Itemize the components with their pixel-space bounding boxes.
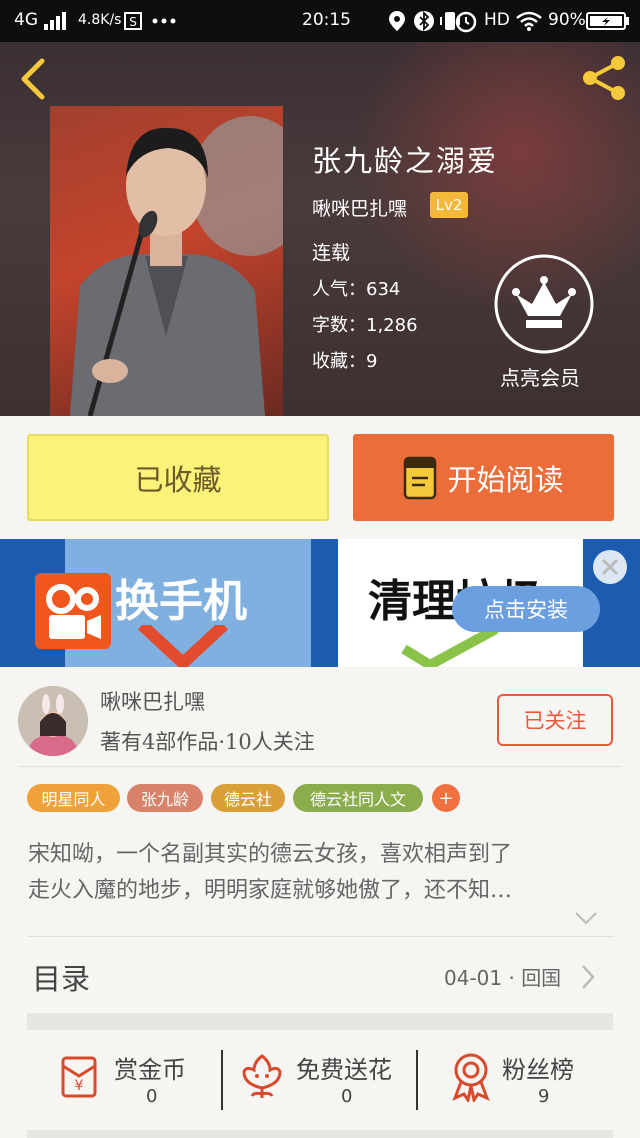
book-cover-image	[50, 106, 283, 416]
divider	[28, 936, 614, 937]
ad-check-graphic	[401, 629, 499, 667]
serial-status: 连载	[312, 242, 351, 264]
expand-chevron-icon[interactable]	[574, 910, 598, 926]
svg-text:S: S	[129, 15, 137, 29]
catalog-row[interactable]: 目录 04-01 · 回国	[28, 952, 614, 1002]
description-line-2: 走火入魔的地步，明明家庭就够她傲了，还不知…	[28, 878, 513, 903]
share-icon[interactable]	[580, 54, 628, 102]
stat-value-coins: 0	[146, 1086, 158, 1107]
clock: 20:15	[302, 10, 351, 30]
author-summary: 著有4部作品·10人关注	[100, 730, 315, 754]
stat-value-flower: 0	[341, 1086, 353, 1107]
more-dots-icon	[152, 18, 176, 24]
signal-icon	[44, 12, 66, 30]
description-line-1: 宋知呦，一个名副其实的德云女孩，喜欢相声到了	[28, 842, 513, 867]
follow-button[interactable]: 已关注	[497, 694, 613, 746]
favorited-button[interactable]: 已收藏	[27, 434, 329, 521]
section-separator	[27, 1130, 613, 1138]
bluetooth-icon	[414, 10, 434, 32]
latest-chapter: 04-01 · 回国	[444, 966, 562, 990]
location-icon	[389, 11, 405, 31]
tag-item[interactable]: 德云社同人文	[293, 784, 423, 812]
back-arrow-icon[interactable]	[18, 58, 48, 100]
tag-item[interactable]: 明星同人	[27, 784, 120, 812]
kuaishou-logo-icon	[35, 573, 111, 649]
wifi-icon	[516, 11, 542, 31]
red-envelope-icon: ¥	[61, 1056, 97, 1098]
ribbon-medal-icon	[452, 1053, 490, 1102]
divider	[221, 1050, 223, 1110]
book-author[interactable]: 啾咪巴扎嘿	[312, 194, 407, 221]
tag-item[interactable]: 张九龄	[127, 784, 203, 812]
favorites-row: 收藏：9	[312, 351, 378, 372]
stat-label-flower: 免费送花	[296, 1056, 392, 1084]
crown-icon	[494, 254, 594, 354]
app-s-icon: S	[124, 12, 142, 30]
section-separator	[27, 1013, 613, 1030]
popularity-row: 人气：634	[312, 279, 401, 300]
ad-close-icon[interactable]	[592, 549, 628, 585]
chevron-right-icon	[582, 965, 595, 989]
author-name[interactable]: 啾咪巴扎嘿	[100, 686, 205, 716]
divider	[18, 766, 622, 767]
favorites-value: 9	[366, 351, 378, 372]
ad-banner[interactable]: 换手机 清理垃圾 点击安装	[0, 539, 640, 667]
status-bar: 4G 4.8K/s S 20:15 HD 90%	[0, 0, 640, 42]
author-avatar[interactable]	[18, 686, 88, 756]
start-reading-button[interactable]: 开始阅读	[353, 434, 614, 521]
network-type: 4G	[14, 10, 38, 30]
tag-item[interactable]: 德云社	[211, 784, 285, 812]
network-speed: 4.8K/s	[78, 12, 122, 28]
popularity-value: 634	[366, 279, 401, 300]
word-count-row: 字数：1,286	[312, 315, 418, 336]
stat-value-fans: 9	[538, 1086, 550, 1107]
battery-icon	[586, 12, 629, 30]
book-header: 张九龄之溺爱 啾咪巴扎嘿 Lv2 连载 人气：634 字数：1,286 收藏：9…	[0, 42, 640, 416]
add-tag-button[interactable]: +	[432, 784, 460, 812]
word-count-value: 1,286	[366, 315, 418, 336]
stat-label-fans: 粉丝榜	[502, 1056, 574, 1084]
ad-arrow-graphic	[138, 625, 228, 667]
catalog-title: 目录	[32, 962, 91, 996]
battery-percent: 90%	[548, 10, 586, 30]
alarm-icon	[455, 11, 477, 33]
book-icon	[404, 456, 437, 499]
book-title: 张九龄之溺爱	[312, 144, 499, 178]
author-level-badge: Lv2	[430, 192, 468, 218]
ad-install-button[interactable]: 点击安装	[452, 586, 600, 632]
vip-label: 点亮会员	[500, 366, 580, 390]
hd-indicator: HD	[484, 10, 510, 30]
divider	[416, 1050, 418, 1110]
flower-icon	[242, 1054, 282, 1098]
ad-left-text: 换手机	[115, 576, 247, 627]
svg-text:¥: ¥	[75, 1078, 84, 1094]
vip-button[interactable]: 点亮会员	[492, 252, 596, 390]
stat-label-coins: 赏金币	[114, 1056, 186, 1084]
